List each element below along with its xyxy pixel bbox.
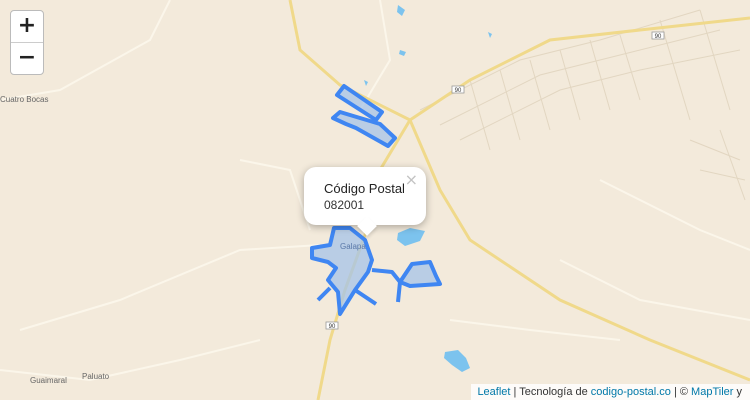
maptiler-link[interactable]: MapTiler <box>691 386 733 398</box>
place-label-paluato: Paluato <box>82 372 110 381</box>
leaflet-link[interactable]: Leaflet <box>477 386 510 398</box>
attribution-bar: Leaflet | Tecnología de codigo-postal.co… <box>471 384 750 400</box>
urban-area <box>419 9 746 201</box>
zoom-in-button[interactable]: + <box>11 11 43 42</box>
place-label-cuatro-bocas: Cuatro Bocas <box>0 95 49 104</box>
svg-text:90: 90 <box>329 324 336 330</box>
place-label-guaimaral: Guaimaral <box>30 376 67 385</box>
popup-close-button[interactable]: × <box>405 170 418 189</box>
zoom-control: + − <box>10 10 44 75</box>
zoom-out-button[interactable]: − <box>11 42 43 74</box>
popup-postal-code: 082001 <box>324 198 365 212</box>
svg-text:90: 90 <box>455 88 462 94</box>
postal-code-popup: × Código Postal 082001 <box>304 167 426 236</box>
attribution-copyright: | © <box>670 386 692 398</box>
map-view[interactable]: 90 90 90 Cuatro Bocas Galapa Guaimaral P… <box>0 0 750 400</box>
attribution-separator: | Tecnología de <box>510 386 591 398</box>
codigo-postal-link[interactable]: codigo-postal.co <box>591 386 671 398</box>
place-label-galapa: Galapa <box>340 242 366 251</box>
svg-text:90: 90 <box>655 34 662 40</box>
popup-title: Código Postal <box>324 181 405 196</box>
attribution-tail: y <box>733 386 742 398</box>
